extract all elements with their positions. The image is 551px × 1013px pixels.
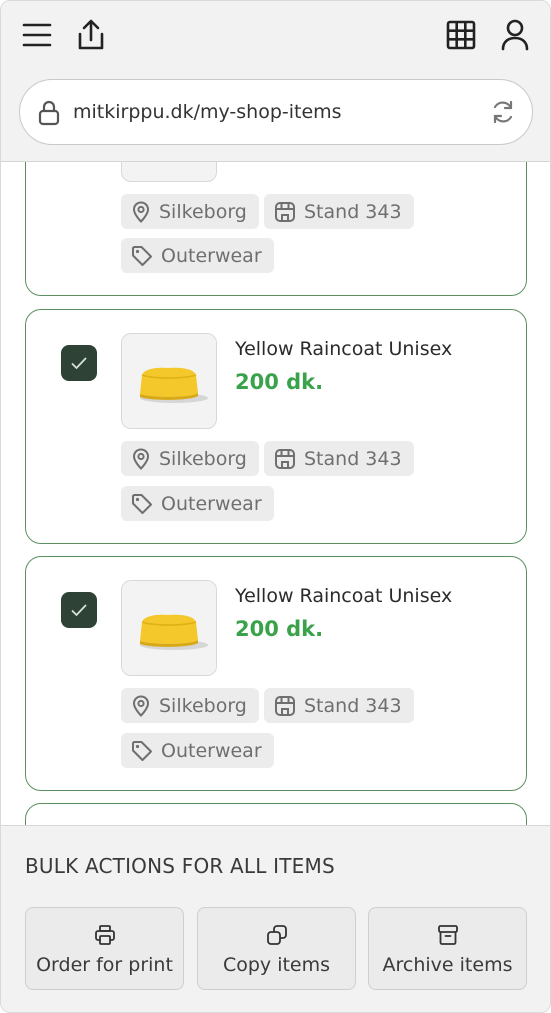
browser-toolbar: mitkirppu.dk/my-shop-items — [1, 1, 550, 162]
item-thumbnail — [121, 580, 217, 676]
copy-items-button[interactable]: Copy items — [197, 907, 356, 990]
tabs-grid-button[interactable] — [441, 15, 481, 55]
item-title[interactable]: Yellow Raincoat Unisex — [235, 585, 452, 607]
user-icon — [501, 19, 529, 51]
phone-frame: Silkeborg Stand 343 Outerwear Yellow Rai… — [0, 0, 551, 1013]
share-icon — [78, 19, 104, 50]
stand-chip: Stand 343 — [264, 688, 414, 723]
category-chip: Outerwear — [121, 733, 274, 768]
share-button[interactable] — [71, 15, 111, 55]
archive-icon — [437, 924, 458, 945]
location-pin-icon — [132, 694, 150, 717]
checkmark-icon — [71, 604, 87, 617]
category-label: Outerwear — [161, 492, 262, 515]
category-label: Outerwear — [161, 739, 262, 762]
order-for-print-button[interactable]: Order for print — [25, 907, 184, 990]
location-label: Silkeborg — [159, 694, 247, 717]
menu-icon — [22, 23, 52, 47]
checkmark-icon — [71, 357, 87, 370]
grid-icon — [446, 20, 476, 50]
location-pin-icon — [132, 447, 150, 470]
item-card[interactable]: Yellow Raincoat Unisex 200 dk. Silkeborg… — [25, 556, 527, 791]
stand-label: Stand 343 — [304, 200, 402, 223]
item-price: 200 dk. — [235, 370, 324, 394]
copy-items-label: Copy items — [222, 953, 331, 976]
item-checkbox[interactable] — [61, 592, 97, 628]
account-button[interactable] — [495, 15, 535, 55]
stand-label: Stand 343 — [304, 694, 402, 717]
archive-items-label: Archive items — [382, 953, 513, 976]
stand-chip: Stand 343 — [264, 194, 414, 229]
copy-icon — [266, 924, 287, 945]
store-icon — [275, 695, 295, 716]
bulk-actions-panel: BULK ACTIONS FOR ALL ITEMS Order for pri… — [1, 825, 550, 1012]
location-label: Silkeborg — [159, 447, 247, 470]
address-bar[interactable]: mitkirppu.dk/my-shop-items — [19, 79, 533, 145]
item-thumbnail — [121, 333, 217, 429]
stand-label: Stand 343 — [304, 447, 402, 470]
location-chip: Silkeborg — [121, 194, 259, 229]
location-chip: Silkeborg — [121, 688, 259, 723]
archive-items-button[interactable]: Archive items — [368, 907, 527, 990]
raincoat-image — [122, 334, 216, 428]
tag-icon — [132, 245, 152, 266]
order-for-print-label: Order for print — [36, 953, 173, 976]
reload-icon — [493, 100, 513, 124]
url-text[interactable]: mitkirppu.dk/my-shop-items — [73, 80, 342, 144]
bulk-actions-heading: BULK ACTIONS FOR ALL ITEMS — [25, 854, 335, 878]
store-icon — [275, 201, 295, 222]
raincoat-image — [122, 581, 216, 675]
tag-icon — [132, 493, 152, 514]
item-card[interactable]: Yellow Raincoat Unisex 200 dk. Silkeborg… — [25, 309, 527, 544]
category-chip: Outerwear — [121, 238, 274, 273]
category-chip: Outerwear — [121, 486, 274, 521]
printer-icon — [94, 924, 115, 945]
location-pin-icon — [132, 200, 150, 223]
store-icon — [275, 448, 295, 469]
location-chip: Silkeborg — [121, 441, 259, 476]
item-price: 200 dk. — [235, 617, 324, 641]
tag-icon — [132, 740, 152, 761]
menu-button[interactable] — [17, 15, 57, 55]
stand-chip: Stand 343 — [264, 441, 414, 476]
item-checkbox[interactable] — [61, 345, 97, 381]
item-title[interactable]: Yellow Raincoat Unisex — [235, 338, 452, 360]
category-label: Outerwear — [161, 244, 262, 267]
location-label: Silkeborg — [159, 200, 247, 223]
lock-icon — [38, 100, 60, 126]
